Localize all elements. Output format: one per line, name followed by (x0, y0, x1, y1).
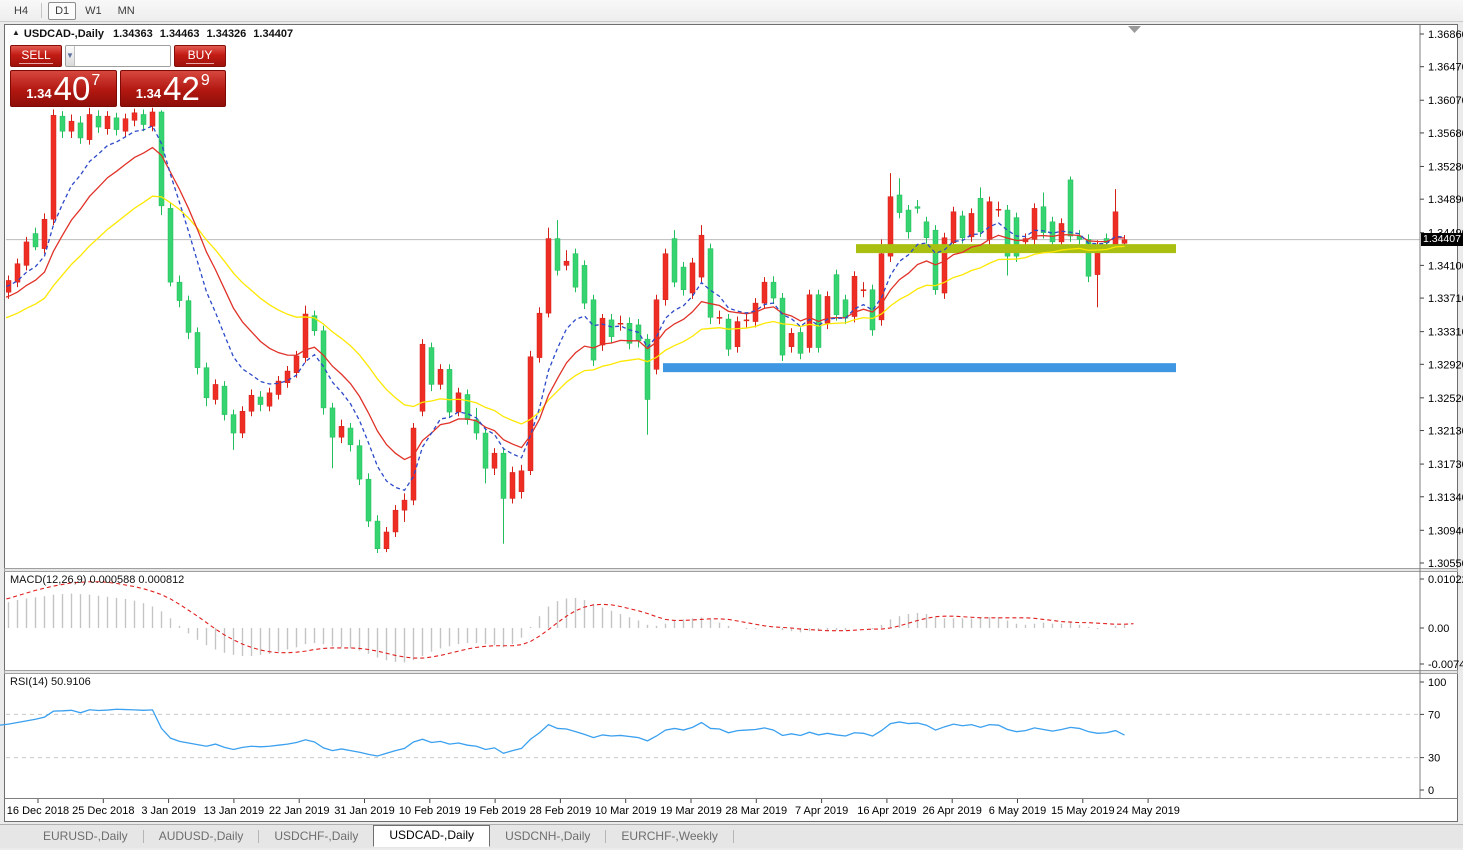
tab-separator (733, 830, 734, 843)
svg-text:25 Dec 2018: 25 Dec 2018 (72, 805, 134, 817)
svg-text:1.36860: 1.36860 (1428, 29, 1463, 41)
svg-text:1.36470: 1.36470 (1428, 62, 1463, 74)
application-window: H4 D1 W1 MN 1.368601.364701.360701.35680… (0, 0, 1463, 850)
one-click-trade-panel: SELL ▼ ▲ BUY 1.34 40 7 1.34 42 9 (10, 45, 226, 107)
ohlc-low: 1.34326 (207, 28, 247, 40)
buy-button[interactable]: BUY (174, 45, 226, 67)
chart-title: ▲ USDCAD-,Daily 1.34363 1.34463 1.34326 1.344… (12, 28, 293, 40)
collapse-arrow-icon: ▲ (12, 28, 20, 37)
svg-text:1.36070: 1.36070 (1428, 95, 1463, 107)
svg-text:19 Feb 2019: 19 Feb 2019 (464, 805, 526, 817)
svg-text:19 Mar 2019: 19 Mar 2019 (660, 805, 722, 817)
buy-price-big: 42 (163, 72, 200, 105)
chart-canvas[interactable]: 1.36860 1.36470 1.36070 1.35680 1.35280 1.348… (0, 0, 1463, 850)
support-line[interactable] (663, 363, 1176, 372)
macd-label: MACD(12,26,9) 0.000588 0.000812 (10, 574, 184, 586)
svg-text:22 Jan 2019: 22 Jan 2019 (269, 805, 330, 817)
ohlc-close: 1.34407 (253, 28, 293, 40)
volume-input[interactable] (75, 46, 171, 66)
svg-text:3 Jan 2019: 3 Jan 2019 (141, 805, 195, 817)
svg-text:16 Dec 2018: 16 Dec 2018 (7, 805, 69, 817)
svg-text:1.32520: 1.32520 (1428, 393, 1463, 405)
tab-eurusd-daily[interactable]: EURUSD-,Daily (28, 826, 143, 847)
svg-text:100: 100 (1428, 677, 1446, 689)
ohlc-open: 1.34363 (113, 28, 153, 40)
svg-text:0.010229: 0.010229 (1428, 574, 1463, 586)
svg-text:1.30940: 1.30940 (1428, 525, 1463, 537)
sell-button[interactable]: SELL (10, 45, 62, 67)
svg-text:6 May 2019: 6 May 2019 (989, 805, 1046, 817)
sell-price-pip: 7 (91, 72, 100, 90)
sell-price-prefix: 1.34 (26, 86, 51, 101)
svg-text:10 Mar 2019: 10 Mar 2019 (595, 805, 657, 817)
svg-text:70: 70 (1428, 709, 1440, 721)
chart-symbol-label: USDCAD-,Daily (24, 28, 104, 40)
svg-text:28 Feb 2019: 28 Feb 2019 (530, 805, 592, 817)
tab-usdcnh-daily[interactable]: USDCNH-,Daily (490, 826, 605, 847)
svg-text:0.00: 0.00 (1428, 623, 1449, 635)
tab-eurchf-weekly[interactable]: EURCHF-,Weekly (606, 826, 732, 847)
svg-text:7 Apr 2019: 7 Apr 2019 (795, 805, 848, 817)
sell-price-button[interactable]: 1.34 40 7 (10, 70, 117, 107)
pane-divider[interactable] (5, 569, 1458, 572)
svg-text:1.31340: 1.31340 (1428, 492, 1463, 504)
svg-text:1.31730: 1.31730 (1428, 459, 1463, 471)
svg-text:1.33310: 1.33310 (1428, 327, 1463, 339)
svg-text:-0.007477: -0.007477 (1428, 659, 1463, 671)
svg-text:1.35680: 1.35680 (1428, 128, 1463, 140)
svg-text:1.30550: 1.30550 (1428, 558, 1463, 570)
resistance-line[interactable] (856, 244, 1176, 253)
svg-text:13 Jan 2019: 13 Jan 2019 (204, 805, 265, 817)
tab-usdchf-daily[interactable]: USDCHF-,Daily (259, 826, 373, 847)
svg-text:1.34890: 1.34890 (1428, 194, 1463, 206)
chart-tabs-bar: EURUSD-,Daily AUDUSD-,Daily USDCHF-,Dail… (0, 824, 1463, 848)
svg-text:1.34100: 1.34100 (1428, 260, 1463, 272)
chart-window-frame (5, 25, 1458, 822)
bid-price-tag: 1.34407 (1421, 233, 1463, 246)
rsi-label: RSI(14) 50.9106 (10, 676, 91, 688)
buy-price-prefix: 1.34 (136, 86, 161, 101)
svg-text:1.33710: 1.33710 (1428, 293, 1463, 305)
svg-text:28 Mar 2019: 28 Mar 2019 (725, 805, 787, 817)
svg-text:26 Apr 2019: 26 Apr 2019 (923, 805, 982, 817)
sell-price-big: 40 (54, 72, 91, 105)
svg-text:30: 30 (1428, 753, 1440, 765)
svg-text:0: 0 (1428, 785, 1434, 797)
buy-price-pip: 9 (201, 72, 210, 90)
svg-text:10 Feb 2019: 10 Feb 2019 (399, 805, 461, 817)
svg-text:1.32130: 1.32130 (1428, 426, 1463, 438)
tab-audusd-daily[interactable]: AUDUSD-,Daily (144, 826, 259, 847)
svg-text:15 May 2019: 15 May 2019 (1051, 805, 1115, 817)
svg-text:31 Jan 2019: 31 Jan 2019 (334, 805, 395, 817)
svg-text:24 May 2019: 24 May 2019 (1116, 805, 1180, 817)
volume-stepper: ▼ ▲ (65, 45, 171, 67)
ohlc-high: 1.34463 (160, 28, 200, 40)
buy-price-button[interactable]: 1.34 42 9 (120, 70, 227, 107)
svg-text:1.35280: 1.35280 (1428, 161, 1463, 173)
svg-text:16 Apr 2019: 16 Apr 2019 (857, 805, 916, 817)
tab-usdcad-daily[interactable]: USDCAD-,Daily (373, 825, 490, 847)
volume-decrease-button[interactable]: ▼ (66, 46, 75, 66)
pane-divider[interactable] (5, 671, 1458, 674)
svg-text:1.32920: 1.32920 (1428, 359, 1463, 371)
